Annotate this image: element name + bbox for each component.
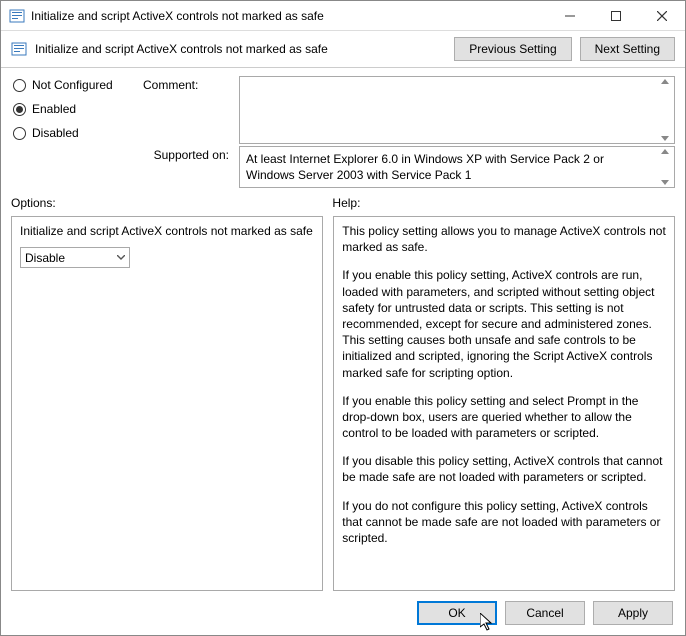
action-bar: OK Cancel Apply [1,591,685,635]
header-bar: Initialize and script ActiveX controls n… [1,31,685,68]
apply-button[interactable]: Apply [593,601,673,625]
next-setting-button[interactable]: Next Setting [580,37,675,61]
supported-text: At least Internet Explorer 6.0 in Window… [246,152,604,182]
radio-label: Not Configured [32,78,113,92]
scroll-down-icon[interactable] [658,136,672,141]
dropdown-value: Disable [25,251,65,265]
scroll-down-icon[interactable] [658,180,672,185]
help-paragraph: If you disable this policy setting, Acti… [342,453,666,485]
close-button[interactable] [639,1,685,31]
help-paragraph: This policy setting allows you to manage… [342,223,666,255]
radio-label: Enabled [32,102,76,116]
radio-enabled[interactable]: Enabled [13,102,133,116]
radio-label: Disabled [32,126,79,140]
titlebar: Initialize and script ActiveX controls n… [1,1,685,31]
ok-button[interactable]: OK [417,601,497,625]
supported-row: Supported on: At least Internet Explorer… [1,144,685,188]
comment-textarea[interactable] [239,76,675,144]
policy-icon [11,41,27,57]
pane-labels: Options: Help: [1,188,685,210]
help-paragraph: If you enable this policy setting and se… [342,393,666,442]
radio-disabled[interactable]: Disabled [13,126,133,140]
supported-label: Supported on: [143,146,229,188]
state-radio-group: Not Configured Enabled Disabled [13,76,133,140]
scroll-up-icon[interactable] [658,149,672,154]
dialog-window: Initialize and script ActiveX controls n… [0,0,686,636]
help-paragraph: If you do not configure this policy sett… [342,498,666,547]
header-title: Initialize and script ActiveX controls n… [35,42,446,56]
previous-setting-button[interactable]: Previous Setting [454,37,571,61]
comment-label: Comment: [143,76,229,144]
radio-not-configured[interactable]: Not Configured [13,78,133,92]
panes: Initialize and script ActiveX controls n… [1,210,685,591]
chevron-down-icon [117,255,125,260]
window-title: Initialize and script ActiveX controls n… [31,9,547,23]
config-row: Not Configured Enabled Disabled Comment: [1,68,685,144]
help-pane: This policy setting allows you to manage… [333,216,675,591]
options-dropdown[interactable]: Disable [20,247,130,268]
cancel-button[interactable]: Cancel [505,601,585,625]
supported-text-box: At least Internet Explorer 6.0 in Window… [239,146,675,188]
options-text: Initialize and script ActiveX controls n… [20,223,314,239]
options-pane: Initialize and script ActiveX controls n… [11,216,323,591]
help-label: Help: [332,196,675,210]
scroll-up-icon[interactable] [658,79,672,84]
minimize-button[interactable] [547,1,593,31]
help-paragraph: If you enable this policy setting, Activ… [342,267,666,380]
policy-icon [9,8,25,24]
maximize-button[interactable] [593,1,639,31]
options-label: Options: [11,196,322,210]
